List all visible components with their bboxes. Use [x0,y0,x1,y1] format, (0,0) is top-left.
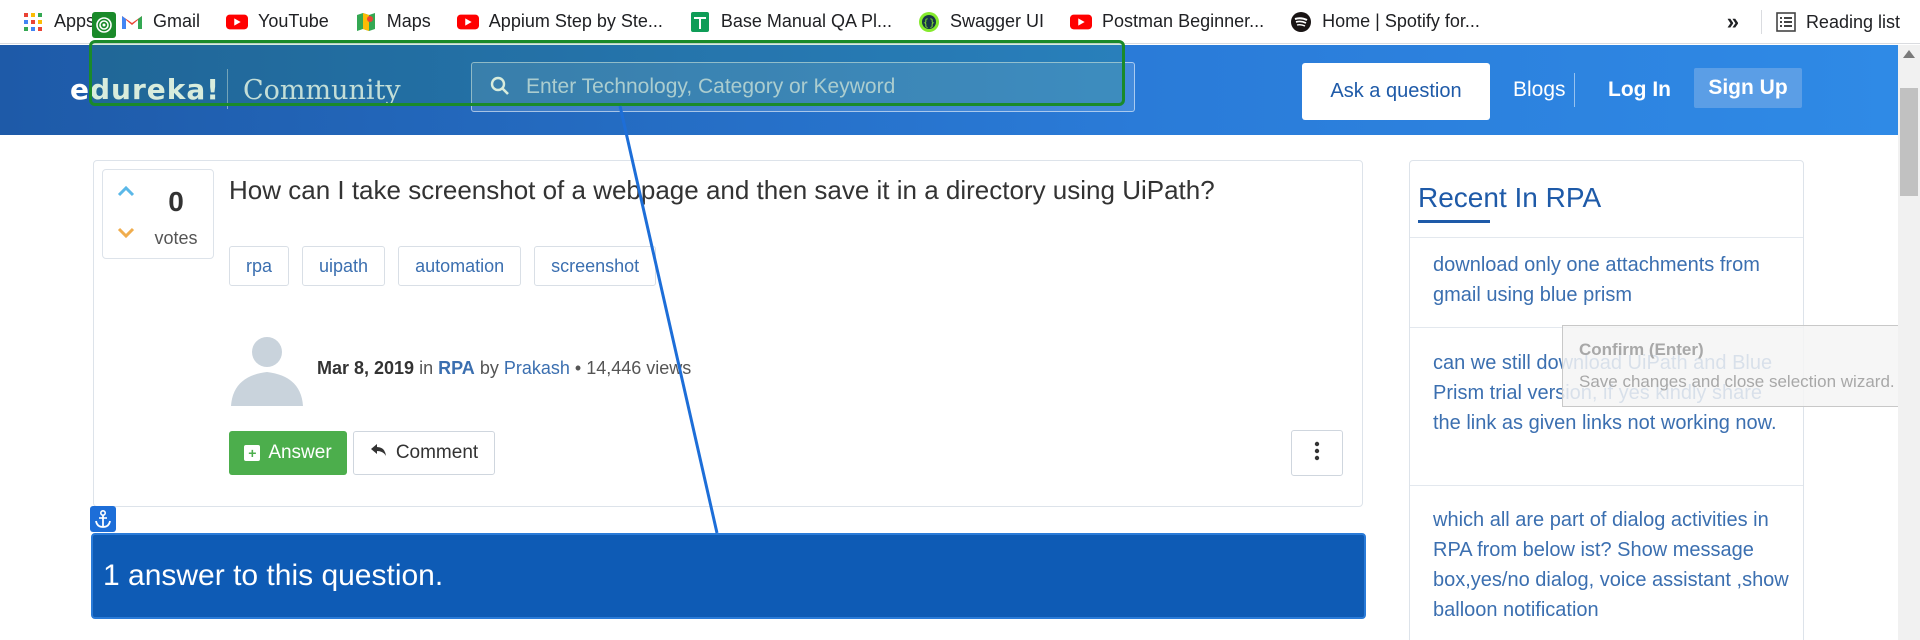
scrollbar-thumb[interactable] [1900,88,1918,196]
bookmarks-overflow-button[interactable]: » [1727,9,1739,35]
bookmarks-bar: Apps Gmail YouTube Maps Appium Step by S… [0,0,1920,44]
gmail-icon [121,11,143,33]
selection-highlight [89,40,1125,106]
swagger-icon: {} [918,11,940,33]
vote-count: 0 [168,186,184,217]
divider [1760,10,1762,34]
bookmark-label: Gmail [153,11,201,31]
svg-text:{}: {} [923,18,936,29]
recent-item[interactable]: which all are part of dialog activities … [1433,505,1793,625]
comment-label: Comment [395,442,479,463]
youtube-icon [456,11,479,33]
bookmark-label: Base Manual QA Pl... [720,11,892,31]
bookmark-label: Home | Spotify for... [1322,11,1480,31]
bookmark-label: YouTube [258,11,329,31]
confirm-tooltip: Confirm (Enter) Save changes and close s… [1562,325,1920,407]
youtube-icon [1070,11,1093,33]
login-link[interactable]: Log In [1608,78,1671,102]
apps-grid-icon [22,11,44,33]
youtube-icon [226,11,249,33]
upvote-icon[interactable] [117,184,135,202]
question-title: How can I take screenshot of a webpage a… [229,175,1215,205]
question-date: Mar 8, 2019 [317,358,415,378]
tag-screenshot[interactable]: screenshot [534,246,657,286]
category-link[interactable]: RPA [438,358,475,378]
reading-list-icon [1776,12,1796,32]
author-link[interactable]: Prakash [504,358,570,378]
view-count: • 14,446 views [574,358,692,378]
bookmark-label: Appium Step by Ste... [488,11,663,31]
bookmark-spotify[interactable]: Home | Spotify for... [1290,7,1480,37]
tag-list: rpa uipath automation screenshot [229,246,669,286]
scroll-up-icon[interactable] [1903,50,1915,58]
avatar[interactable] [229,332,305,406]
comment-button[interactable]: Comment [353,431,495,475]
by-word: by [479,358,499,378]
more-vertical-icon [1314,441,1320,466]
plus-icon: + [244,445,261,461]
answer-label: Answer [268,442,332,463]
maps-icon [355,11,377,33]
divider [1574,73,1575,107]
answers-heading: 1 answer to this question. [91,533,1366,619]
bookmark-gmail[interactable]: Gmail [121,7,200,37]
tooltip-title: Confirm (Enter) [1579,340,1704,359]
bookmark-maps[interactable]: Maps [355,7,431,37]
blogs-link[interactable]: Blogs [1513,78,1566,102]
vote-box: 0 votes [102,169,214,259]
votes-label: votes [154,228,198,248]
bookmark-youtube[interactable]: YouTube [226,7,329,37]
bookmark-label: Maps [386,11,431,31]
target-icon[interactable] [92,12,116,38]
recent-item[interactable]: download only one attachments from gmail… [1433,250,1793,310]
bookmark-swagger[interactable]: {} Swagger UI [918,7,1044,37]
answer-button[interactable]: + Answer [229,431,347,475]
title-underline [1418,220,1490,223]
ask-question-button[interactable]: Ask a question [1302,63,1490,120]
bookmark-label: Apps [54,11,96,31]
tag-automation[interactable]: automation [398,246,522,286]
sidebar-title: Recent In RPA [1418,182,1602,213]
bookmark-appium[interactable]: Appium Step by Ste... [456,7,663,37]
anchor-icon[interactable] [90,506,116,532]
spotify-icon [1290,11,1312,33]
bookmark-base-manual-qa[interactable]: Base Manual QA Pl... [689,7,892,37]
browser-page: Apps Gmail YouTube Maps Appium Step by S… [0,0,1920,640]
tag-uipath[interactable]: uipath [302,246,386,286]
more-options-button[interactable] [1291,430,1343,476]
bookmarks-right: » Reading list [1727,0,1900,44]
reading-list-button[interactable]: Reading list [1806,12,1900,33]
tag-rpa[interactable]: rpa [229,246,290,286]
bookmark-apps[interactable]: Apps [22,7,95,37]
bookmark-label: Postman Beginner... [1102,11,1265,31]
question-meta: Mar 8, 2019 in RPA by Prakash • 14,446 v… [317,358,691,379]
bookmark-label: Swagger UI [949,11,1045,31]
reply-icon [370,442,388,464]
sheets-icon [689,11,711,33]
in-word: in [419,358,434,378]
signup-button[interactable]: Sign Up [1694,68,1802,108]
tooltip-description: Save changes and close selection wizard. [1579,372,1895,391]
divider [1410,237,1803,238]
downvote-icon[interactable] [117,226,135,244]
bookmark-postman[interactable]: Postman Beginner... [1070,7,1264,37]
divider [1410,485,1803,486]
